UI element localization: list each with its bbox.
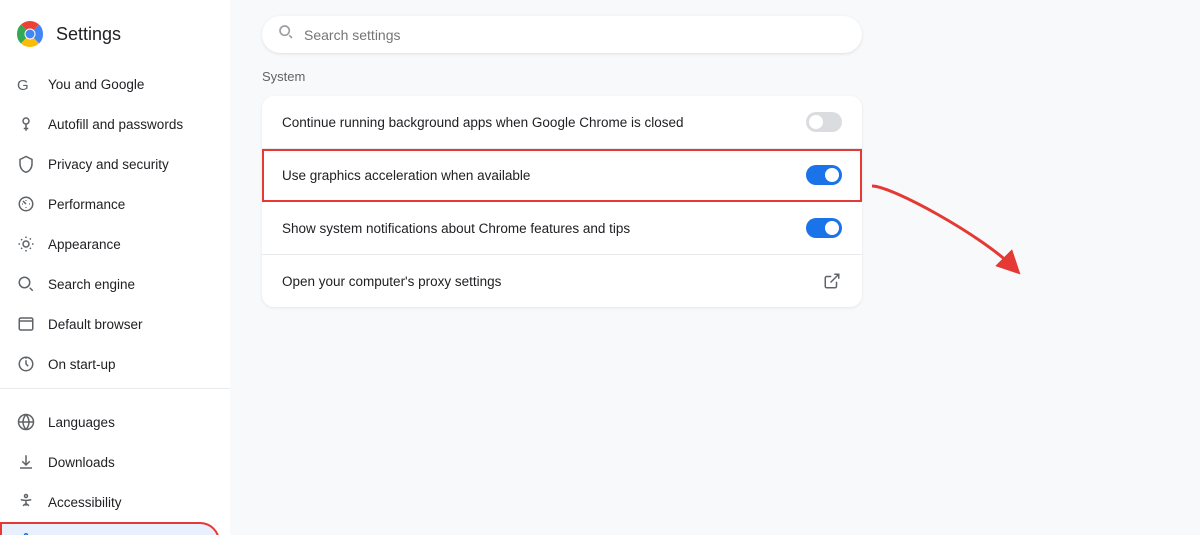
accessibility-icon bbox=[16, 492, 36, 512]
main-content: System Continue running background apps … bbox=[230, 0, 1200, 535]
sidebar-item-system[interactable]: System bbox=[0, 522, 220, 535]
search-input[interactable] bbox=[304, 27, 846, 43]
performance-icon bbox=[16, 194, 36, 214]
google-icon: G bbox=[16, 74, 36, 94]
search-engine-icon bbox=[16, 274, 36, 294]
sidebar-item-privacy[interactable]: Privacy and security bbox=[0, 144, 220, 184]
sidebar-label-default-browser: Default browser bbox=[48, 317, 143, 332]
setting-row-background-apps: Continue running background apps when Go… bbox=[262, 96, 862, 149]
search-bar bbox=[262, 16, 862, 53]
sidebar-item-autofill[interactable]: Autofill and passwords bbox=[0, 104, 220, 144]
privacy-icon bbox=[16, 154, 36, 174]
notifications-toggle[interactable] bbox=[806, 218, 842, 238]
sidebar-header: Settings bbox=[0, 10, 230, 64]
languages-icon bbox=[16, 412, 36, 432]
settings-title: Settings bbox=[56, 24, 121, 45]
sidebar-item-default-browser[interactable]: Default browser bbox=[0, 304, 220, 344]
notifications-slider bbox=[806, 218, 842, 238]
search-icon bbox=[278, 24, 294, 45]
sidebar-label-performance: Performance bbox=[48, 197, 125, 212]
graphics-toggle[interactable] bbox=[806, 165, 842, 185]
sidebar-label-on-startup: On start-up bbox=[48, 357, 116, 372]
on-startup-icon bbox=[16, 354, 36, 374]
sidebar-item-languages[interactable]: Languages bbox=[0, 402, 220, 442]
settings-card: Continue running background apps when Go… bbox=[262, 96, 862, 307]
setting-row-proxy[interactable]: Open your computer's proxy settings bbox=[262, 255, 862, 307]
sidebar-label-autofill: Autofill and passwords bbox=[48, 117, 183, 132]
setting-row-notifications: Show system notifications about Chrome f… bbox=[262, 202, 862, 255]
red-arrow-annotation bbox=[862, 176, 1022, 276]
background-apps-slider bbox=[806, 112, 842, 132]
search-bar-container bbox=[230, 0, 1200, 69]
sidebar-item-search-engine[interactable]: Search engine bbox=[0, 264, 220, 304]
proxy-label: Open your computer's proxy settings bbox=[282, 274, 501, 289]
graphics-label: Use graphics acceleration when available bbox=[282, 168, 530, 183]
sidebar-item-you-and-google[interactable]: G You and Google bbox=[0, 64, 220, 104]
section-title: System bbox=[262, 69, 1168, 84]
sidebar-label-search-engine: Search engine bbox=[48, 277, 135, 292]
sidebar-label-privacy: Privacy and security bbox=[48, 157, 169, 172]
sidebar-label-accessibility: Accessibility bbox=[48, 495, 122, 510]
sidebar: Settings G You and Google Autofill and p… bbox=[0, 0, 230, 535]
sidebar-label-you-and-google: You and Google bbox=[48, 77, 144, 92]
background-apps-label: Continue running background apps when Go… bbox=[282, 115, 684, 130]
setting-row-graphics: Use graphics acceleration when available bbox=[262, 149, 862, 202]
sidebar-item-on-startup[interactable]: On start-up bbox=[0, 344, 220, 384]
chrome-logo-icon bbox=[16, 20, 44, 48]
sidebar-label-languages: Languages bbox=[48, 415, 115, 430]
content-area: System Continue running background apps … bbox=[230, 69, 1200, 535]
downloads-icon bbox=[16, 452, 36, 472]
graphics-slider bbox=[806, 165, 842, 185]
sidebar-item-appearance[interactable]: Appearance bbox=[0, 224, 220, 264]
appearance-icon bbox=[16, 234, 36, 254]
annotation-container: Continue running background apps when Go… bbox=[262, 96, 862, 307]
sidebar-nav: G You and Google Autofill and passwords … bbox=[0, 64, 230, 535]
default-browser-icon bbox=[16, 314, 36, 334]
sidebar-item-downloads[interactable]: Downloads bbox=[0, 442, 220, 482]
sidebar-label-downloads: Downloads bbox=[48, 455, 115, 470]
sidebar-label-appearance: Appearance bbox=[48, 237, 121, 252]
autofill-icon bbox=[16, 114, 36, 134]
external-link-icon bbox=[822, 271, 842, 291]
background-apps-toggle[interactable] bbox=[806, 112, 842, 132]
svg-text:G: G bbox=[17, 77, 29, 93]
sidebar-item-performance[interactable]: Performance bbox=[0, 184, 220, 224]
sidebar-item-accessibility[interactable]: Accessibility bbox=[0, 482, 220, 522]
notifications-label: Show system notifications about Chrome f… bbox=[282, 221, 630, 236]
